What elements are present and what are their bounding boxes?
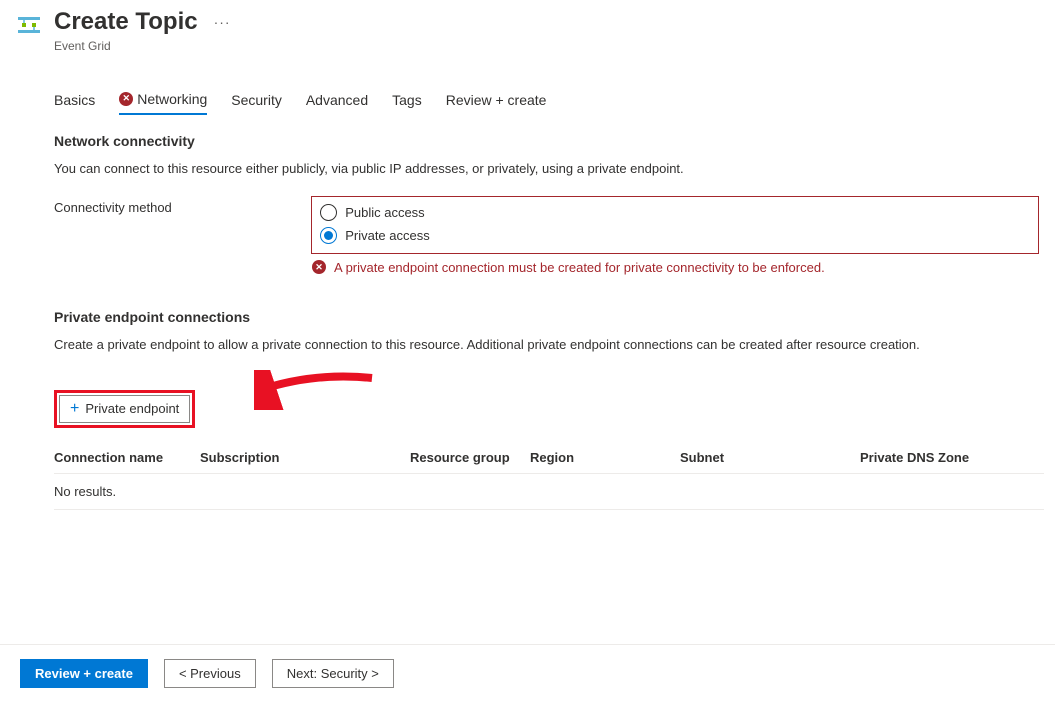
error-message: A private endpoint connection must be cr… <box>334 260 825 275</box>
content-area: Network connectivity You can connect to … <box>0 115 1055 510</box>
no-results-text: No results. <box>54 484 116 499</box>
col-subnet[interactable]: Subnet <box>680 450 860 465</box>
col-private-dns-zone[interactable]: Private DNS Zone <box>860 450 1040 465</box>
radio-icon <box>320 227 337 244</box>
wizard-footer: Review + create < Previous Next: Securit… <box>0 644 1055 702</box>
col-connection-name[interactable]: Connection name <box>54 450 200 465</box>
private-endpoint-heading: Private endpoint connections <box>54 309 1039 325</box>
event-grid-topic-icon <box>16 12 42 38</box>
tab-security[interactable]: Security <box>231 91 282 115</box>
radio-public-access[interactable]: Public access <box>320 201 1030 224</box>
connectivity-method-field: Connectivity method Public access Privat… <box>54 196 1039 254</box>
error-icon <box>119 92 133 106</box>
error-icon <box>312 260 326 274</box>
tab-tags[interactable]: Tags <box>392 91 422 115</box>
page-title: Create Topic <box>54 8 198 37</box>
col-resource-group[interactable]: Resource group <box>410 450 530 465</box>
col-subscription[interactable]: Subscription <box>200 450 410 465</box>
tab-basics[interactable]: Basics <box>54 91 95 115</box>
radio-label: Public access <box>345 205 424 220</box>
review-create-button[interactable]: Review + create <box>20 659 148 688</box>
add-private-endpoint-button[interactable]: + Private endpoint <box>59 395 190 423</box>
radio-private-access[interactable]: Private access <box>320 224 1030 247</box>
radio-icon <box>320 204 337 221</box>
tab-review[interactable]: Review + create <box>446 91 547 115</box>
annotation-arrow-icon <box>254 370 374 410</box>
radio-label: Private access <box>345 228 430 243</box>
tab-networking[interactable]: Networking <box>119 91 207 115</box>
page-subtitle: Event Grid <box>54 39 231 53</box>
highlight-annotation: + Private endpoint <box>54 390 195 428</box>
col-region[interactable]: Region <box>530 450 680 465</box>
validation-error: A private endpoint connection must be cr… <box>312 260 1039 275</box>
table-empty-row: No results. <box>54 474 1044 510</box>
wizard-tabs: Basics Networking Security Advanced Tags… <box>0 61 1055 115</box>
private-endpoints-table: Connection name Subscription Resource gr… <box>54 442 1044 510</box>
page-header: Create Topic ··· Event Grid <box>0 0 1055 61</box>
more-actions-icon[interactable]: ··· <box>214 14 231 30</box>
connectivity-method-options: Public access Private access <box>311 196 1039 254</box>
connectivity-method-label: Connectivity method <box>54 196 311 215</box>
tab-advanced[interactable]: Advanced <box>306 91 368 115</box>
previous-button[interactable]: < Previous <box>164 659 256 688</box>
next-button[interactable]: Next: Security > <box>272 659 394 688</box>
add-button-label: Private endpoint <box>85 401 179 416</box>
network-description: You can connect to this resource either … <box>54 161 1039 176</box>
table-header: Connection name Subscription Resource gr… <box>54 442 1044 474</box>
plus-icon: + <box>70 401 79 417</box>
network-connectivity-heading: Network connectivity <box>54 133 1039 149</box>
private-endpoint-description: Create a private endpoint to allow a pri… <box>54 337 1039 352</box>
